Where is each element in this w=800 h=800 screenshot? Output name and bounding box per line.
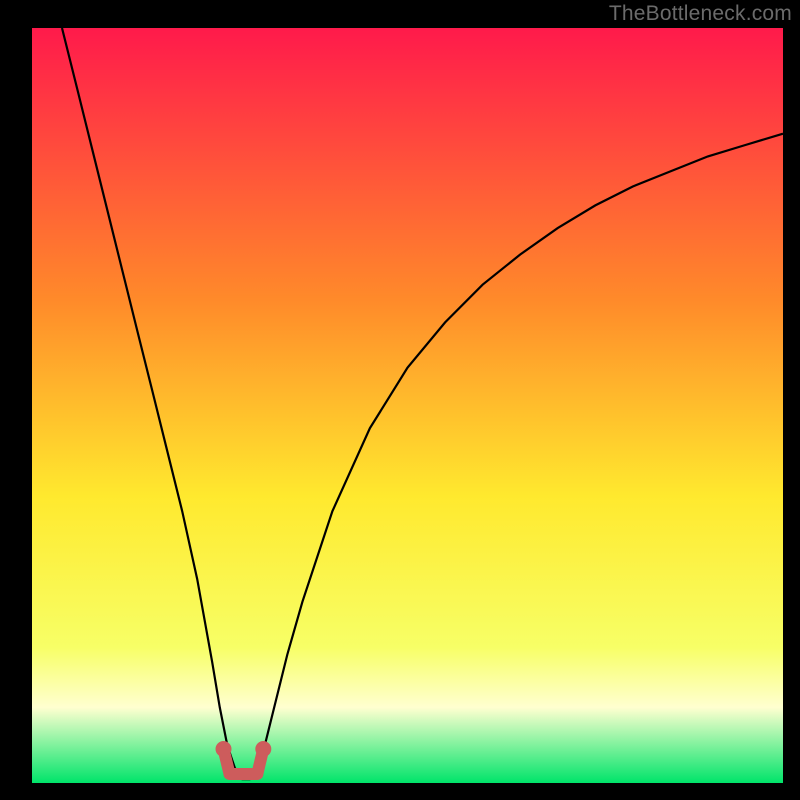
min-region-dot [255, 741, 271, 757]
min-region-dot [216, 741, 232, 757]
attribution-label: TheBottleneck.com [609, 2, 792, 26]
bottleneck-plot [0, 0, 800, 800]
plot-background [32, 28, 783, 783]
chart-frame: TheBottleneck.com [0, 0, 800, 800]
